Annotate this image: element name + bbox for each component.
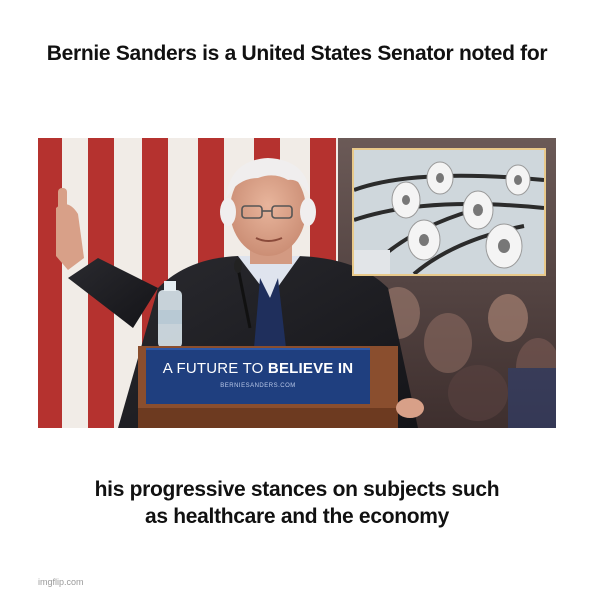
- podium-sign: A FUTURE TO BELIEVE IN BERNIESANDERS.COM: [146, 348, 370, 404]
- podium-sign-url: BERNIESANDERS.COM: [220, 383, 296, 389]
- watermark: imgflip.com: [38, 577, 84, 587]
- podium-sign-main: A FUTURE TO BELIEVE IN: [146, 360, 370, 378]
- resting-hand: [396, 398, 424, 418]
- meme-canvas: Bernie Sanders is a United States Senato…: [0, 0, 594, 594]
- top-caption-text: Bernie Sanders is a United States Senato…: [46, 42, 548, 65]
- inset-photo: [352, 148, 546, 276]
- water-bottle: [158, 281, 182, 348]
- top-caption: Bernie Sanders is a United States Senato…: [0, 40, 594, 67]
- label-card: [354, 250, 390, 274]
- bottom-caption: his progressive stances on subjects such…: [0, 476, 594, 530]
- microphone-head: [234, 259, 242, 273]
- toilet-paper-rolls-illustration: [354, 150, 544, 274]
- podium-sign-regular: A FUTURE TO: [162, 360, 268, 377]
- bottom-caption-line-1: his progressive stances on subjects such: [94, 478, 500, 501]
- podium-sign-bold: BELIEVE IN: [267, 360, 354, 377]
- pointing-finger: [58, 188, 67, 216]
- bottom-caption-line-2: as healthcare and the economy: [144, 505, 450, 528]
